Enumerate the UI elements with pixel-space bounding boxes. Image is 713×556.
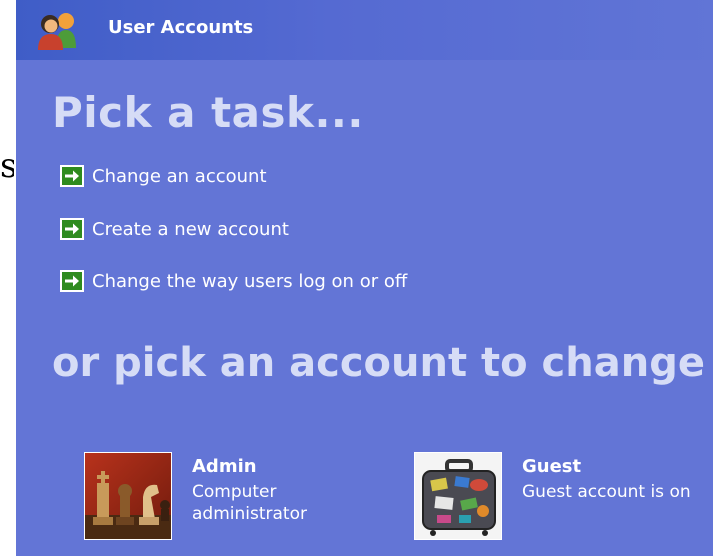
background-window-text: s [0,146,14,186]
user-accounts-icon [38,13,76,50]
green-arrow-icon [60,218,84,240]
pick-a-task-heading: Pick a task... [52,88,364,137]
pick-account-heading: or pick an account to change [52,340,705,386]
title-bar: User Accounts [16,0,713,60]
account-type: Computer administrator [192,482,307,524]
green-arrow-icon [60,270,84,292]
account-status: Guest account is on [522,482,691,502]
account-tile-admin[interactable]: Admin Computer administrator [84,452,344,540]
account-name: Guest [522,456,582,477]
user-accounts-window: User Accounts Pick a task... Change an a… [16,0,713,556]
screen: s User Accounts Pick a task... Change an… [0,0,713,556]
task-create-account-link[interactable]: Create a new account [60,215,289,243]
task-label[interactable]: Create a new account [92,219,289,240]
window-title: User Accounts [108,17,254,38]
chess-pieces-picture[interactable] [84,452,172,540]
suitcase-picture[interactable] [414,452,502,540]
task-label[interactable]: Change an account [92,166,267,187]
account-tile-guest[interactable]: Guest Guest account is on [414,452,704,540]
task-label[interactable]: Change the way users log on or off [92,271,407,292]
account-name: Admin [192,456,257,477]
task-change-logon-link[interactable]: Change the way users log on or off [60,267,407,295]
green-arrow-icon [60,165,84,187]
task-change-account-link[interactable]: Change an account [60,162,267,190]
